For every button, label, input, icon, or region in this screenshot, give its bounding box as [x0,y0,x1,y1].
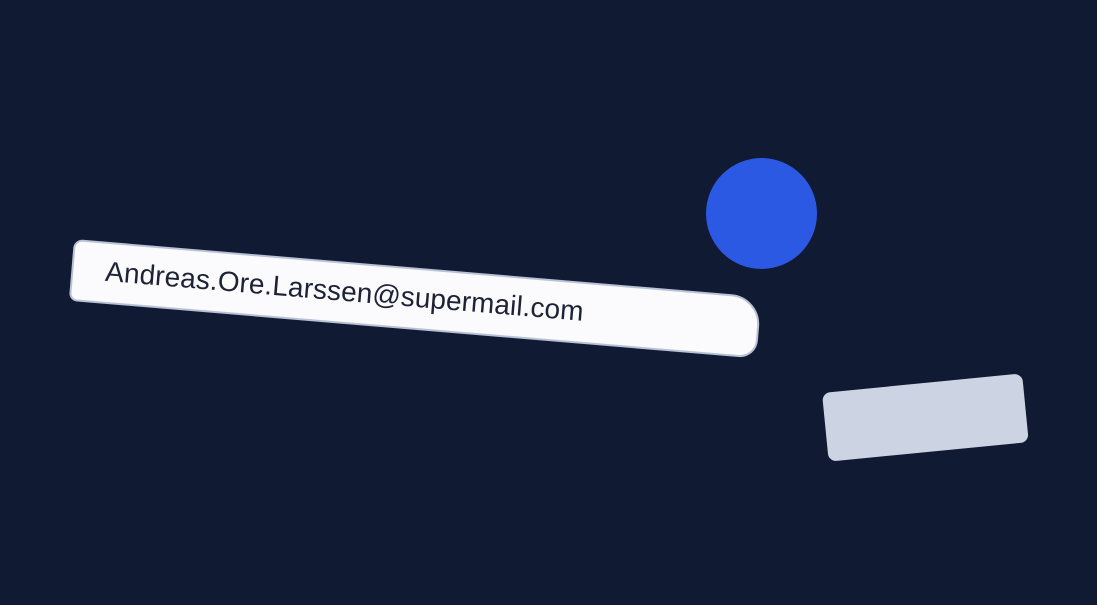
blue-circle[interactable] [706,158,817,269]
gray-button[interactable] [822,373,1029,462]
canvas: Andreas.Ore.Larssen@supermail.com [0,0,1097,605]
email-field[interactable]: Andreas.Ore.Larssen@supermail.com [68,239,762,359]
email-field-value: Andreas.Ore.Larssen@supermail.com [104,255,585,327]
